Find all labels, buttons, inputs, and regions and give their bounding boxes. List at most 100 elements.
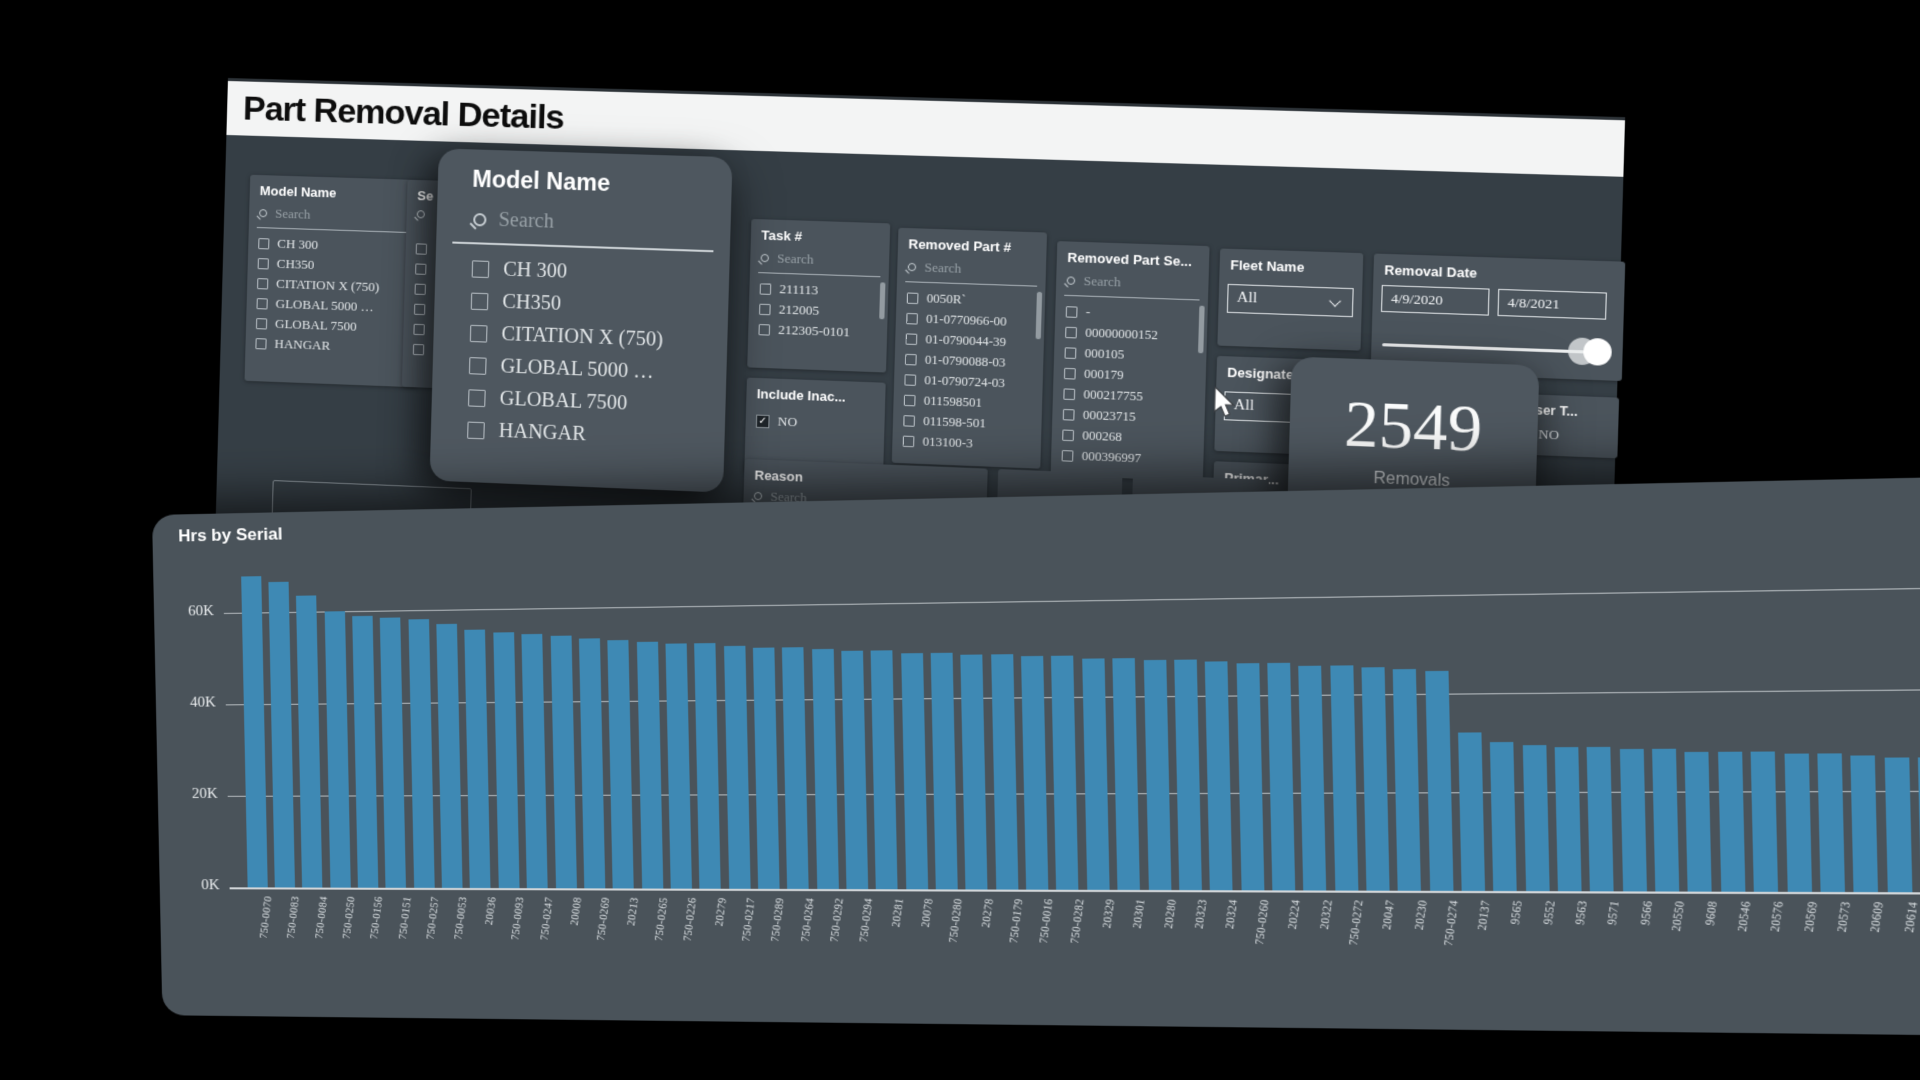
bar[interactable] <box>1884 758 1912 892</box>
bar[interactable] <box>1051 656 1078 890</box>
bar[interactable] <box>782 647 809 889</box>
bar[interactable] <box>579 638 605 889</box>
bar[interactable] <box>1555 747 1582 891</box>
date-slider-handle[interactable] <box>1583 338 1612 366</box>
start-date-input[interactable]: 4/9/2020 <box>1381 285 1490 316</box>
bar[interactable] <box>991 654 1018 889</box>
bar[interactable] <box>871 651 898 889</box>
bar[interactable] <box>636 642 662 889</box>
search-input[interactable]: Search <box>473 208 554 234</box>
bar[interactable] <box>753 647 780 888</box>
checkbox-icon[interactable] <box>256 318 267 329</box>
bar[interactable] <box>1620 749 1647 891</box>
checkbox-icon[interactable] <box>760 283 772 295</box>
checkbox-icon[interactable] <box>257 278 268 289</box>
search-input[interactable]: Search <box>760 250 814 268</box>
checkbox-icon[interactable] <box>903 415 915 427</box>
list-item[interactable]: 013100-3 <box>903 430 1033 456</box>
bar[interactable] <box>522 634 548 888</box>
bar[interactable] <box>1851 756 1879 893</box>
bar[interactable] <box>665 644 691 889</box>
checkbox-icon[interactable] <box>906 333 918 345</box>
bar[interactable] <box>812 649 839 889</box>
bar[interactable] <box>436 623 462 888</box>
bar[interactable] <box>901 653 928 890</box>
checkbox-icon[interactable] <box>759 303 771 315</box>
checkbox-icon[interactable] <box>903 435 915 447</box>
bar[interactable] <box>352 615 378 887</box>
bar[interactable] <box>380 617 406 888</box>
checkbox-icon[interactable] <box>256 298 267 309</box>
checkbox-icon[interactable] <box>1062 429 1074 441</box>
bar[interactable] <box>1236 664 1264 891</box>
scrollbar[interactable] <box>1198 306 1205 354</box>
checkbox-icon[interactable] <box>1062 450 1074 462</box>
bar[interactable] <box>1143 660 1171 890</box>
checked-checkbox-icon[interactable]: ✓ <box>756 414 770 428</box>
bar[interactable] <box>608 640 634 889</box>
bar[interactable] <box>1718 751 1745 892</box>
checkbox-icon[interactable] <box>904 394 916 406</box>
bar[interactable] <box>493 632 519 888</box>
checkbox-icon[interactable] <box>1063 388 1075 400</box>
checkbox-icon[interactable] <box>905 353 917 365</box>
bar[interactable] <box>1817 753 1845 892</box>
checkbox-icon[interactable] <box>1064 367 1076 379</box>
bar[interactable] <box>694 643 721 888</box>
bar[interactable] <box>241 576 268 888</box>
checkbox-icon[interactable] <box>472 260 490 278</box>
checkbox-icon[interactable] <box>413 323 424 334</box>
bar[interactable] <box>1490 743 1517 892</box>
list-item[interactable]: HANGAR <box>255 333 410 359</box>
scrollbar[interactable] <box>879 282 885 319</box>
search-input[interactable]: Search <box>259 205 311 223</box>
checkbox-icon[interactable] <box>413 343 424 354</box>
checkbox-icon[interactable] <box>415 263 426 274</box>
bar[interactable] <box>841 651 868 889</box>
bar[interactable] <box>1458 733 1485 891</box>
bar[interactable] <box>1267 663 1295 890</box>
checkbox-icon[interactable] <box>255 338 266 349</box>
bar[interactable] <box>268 582 295 887</box>
checkbox-icon[interactable] <box>258 258 269 269</box>
search-input[interactable]: Search <box>1066 272 1121 290</box>
end-date-input[interactable]: 4/8/2021 <box>1497 289 1606 320</box>
checkbox-icon[interactable] <box>471 292 489 310</box>
checkbox-icon[interactable] <box>1066 306 1078 318</box>
bar[interactable] <box>1652 749 1679 892</box>
bar[interactable] <box>550 636 576 888</box>
bar[interactable] <box>465 630 491 888</box>
checkbox-icon[interactable] <box>469 357 487 375</box>
bar[interactable] <box>1587 747 1614 891</box>
list-item[interactable]: 000396997 <box>1061 445 1195 471</box>
bar[interactable] <box>1021 656 1048 889</box>
checkbox-icon[interactable] <box>906 312 918 324</box>
checkbox-icon[interactable] <box>758 324 770 336</box>
checkbox-icon[interactable] <box>258 238 269 249</box>
bar[interactable] <box>1361 667 1389 891</box>
scrollbar[interactable] <box>1036 292 1043 339</box>
bar[interactable] <box>1522 745 1549 891</box>
checkbox-icon[interactable] <box>1065 347 1077 359</box>
checkbox-icon[interactable] <box>904 374 916 386</box>
checkbox-icon[interactable] <box>1063 408 1075 420</box>
list-item[interactable]: ✓ NO <box>756 410 877 435</box>
search-input[interactable]: Search <box>908 259 962 277</box>
bar[interactable] <box>1082 658 1109 890</box>
bar[interactable] <box>408 619 434 888</box>
bar[interactable] <box>1393 669 1421 891</box>
bar[interactable] <box>1174 659 1202 890</box>
checkbox-icon[interactable] <box>907 292 919 304</box>
checkbox-icon[interactable] <box>467 421 485 439</box>
bar[interactable] <box>1425 671 1453 891</box>
bar[interactable] <box>1299 665 1327 890</box>
checkbox-icon[interactable] <box>415 283 426 294</box>
bar[interactable] <box>1113 658 1141 890</box>
bar[interactable] <box>1751 751 1778 892</box>
checkbox-icon[interactable] <box>1065 326 1077 338</box>
bar[interactable] <box>1784 753 1811 892</box>
bar[interactable] <box>931 652 958 889</box>
bar[interactable] <box>296 595 322 887</box>
bar[interactable] <box>1330 665 1358 891</box>
checkbox-icon[interactable] <box>416 243 427 254</box>
